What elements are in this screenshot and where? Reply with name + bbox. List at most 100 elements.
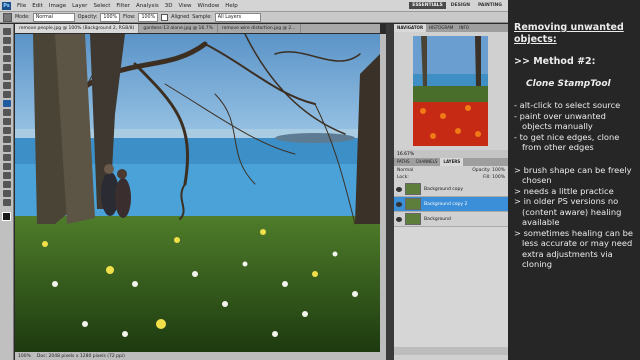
quick-select-tool-icon[interactable] (2, 55, 11, 62)
flow-label: Flow: (123, 14, 136, 20)
eyedropper-tool-icon[interactable] (2, 73, 11, 80)
panel-icon-strip[interactable] (386, 24, 394, 360)
opacity-field[interactable]: 100% (100, 12, 121, 22)
photo-lakeside-trees (15, 34, 380, 352)
menu-edit[interactable]: Edit (29, 3, 46, 9)
menu-image[interactable]: Image (46, 3, 69, 9)
notes-method: >> Method #2: (514, 56, 596, 67)
mode-select[interactable]: Normal (32, 12, 75, 22)
crop-tool-icon[interactable] (2, 64, 11, 71)
layer-name: Background copy (424, 186, 464, 192)
tab-histogram[interactable]: HISTOGRAM (426, 24, 456, 32)
zoom-level[interactable]: 100% (18, 354, 31, 359)
doc-tab-remove-wire[interactable]: remove wire distortion.jpg @ 2... (218, 24, 301, 33)
type-tool-icon[interactable] (2, 163, 11, 170)
notes-tips: > brush shape can be freely chosen > nee… (514, 165, 636, 270)
tab-navigator[interactable]: NAVIGATOR (394, 24, 427, 32)
healing-brush-tool-icon[interactable] (2, 82, 11, 89)
menu-select[interactable]: Select (90, 3, 113, 9)
history-brush-tool-icon[interactable] (2, 109, 11, 116)
opacity-label: Opacity: (77, 14, 98, 20)
hand-tool-icon[interactable] (2, 190, 11, 197)
gradient-tool-icon[interactable] (2, 127, 11, 134)
eraser-tool-icon[interactable] (2, 118, 11, 125)
tool-panel (0, 24, 14, 360)
clone-stamp-icon[interactable] (3, 12, 12, 22)
doc-tab-remove-people[interactable]: remove people.jpg @ 100% (Background 2, … (15, 24, 140, 33)
menu-filter[interactable]: Filter (113, 3, 133, 9)
clone-stamp-tool-icon[interactable] (2, 100, 11, 107)
dodge-tool-icon[interactable] (2, 145, 11, 152)
navigator-panel (394, 32, 508, 150)
tab-paths[interactable]: PATHS (394, 158, 413, 166)
menu-layer[interactable]: Layer (69, 3, 90, 9)
tab-channels[interactable]: CHANNELS (413, 158, 441, 166)
path-select-tool-icon[interactable] (2, 172, 11, 179)
workspace-painting[interactable]: PAINTING (475, 2, 505, 9)
layer-opacity-label: Opacity: (472, 168, 491, 173)
navigator-panel-tabs: NAVIGATOR HISTOGRAM INFO (394, 24, 508, 32)
note-tip: > brush shape can be freely chosen (514, 164, 632, 186)
menu-3d[interactable]: 3D (162, 3, 176, 9)
pen-tool-icon[interactable] (2, 154, 11, 161)
layer-row[interactable]: Background (394, 212, 508, 227)
layer-thumbnail (405, 198, 421, 210)
menu-help[interactable]: Help (222, 3, 241, 9)
flow-field[interactable]: 100% (138, 12, 159, 22)
workspace-essentials[interactable]: ESSENTIALS (409, 2, 446, 9)
visibility-eye-icon[interactable] (396, 216, 402, 222)
sample-select[interactable]: All Layers (214, 12, 261, 22)
document-size: Doc: 2048 pixels x 1280 pixels (72 ppi) (36, 353, 125, 359)
foreground-color-swatch[interactable] (2, 212, 11, 221)
navigator-zoom[interactable]: 16.67% (394, 150, 508, 158)
layer-opacity-field[interactable]: 100% (492, 168, 505, 173)
menu-analysis[interactable]: Analysis (133, 3, 162, 9)
lock-label: Lock: (397, 175, 409, 180)
menu-bar: Ps File Edit Image Layer Select Filter A… (0, 0, 508, 12)
brush-tool-icon[interactable] (2, 91, 11, 98)
shape-tool-icon[interactable] (2, 181, 11, 188)
note-step: - to get nice edges, clone from other ed… (514, 131, 620, 153)
note-tip: > in older PS versions no (content aware… (514, 196, 622, 227)
layer-name: Background (424, 216, 451, 222)
layer-thumbnail (405, 213, 421, 225)
layers-footer-buttons[interactable] (394, 347, 508, 355)
notes-title: Removing unwanted objects: (514, 22, 624, 45)
tutorial-notes: Removing unwanted objects: >> Method #2:… (508, 0, 640, 360)
tab-layers[interactable]: LAYERS (440, 158, 464, 166)
visibility-eye-icon[interactable] (396, 186, 402, 192)
status-bar: 100% Doc: 2048 pixels x 1280 pixels (72 … (15, 352, 386, 360)
lasso-tool-icon[interactable] (2, 46, 11, 53)
panels-dock: NAVIGATOR HISTOGRAM INFO 16.67% PATHS CH… (394, 24, 508, 360)
workspace-design[interactable]: DESIGN (448, 2, 473, 9)
note-step: - alt-click to select source (514, 100, 621, 110)
sample-label: Sample: (192, 14, 212, 20)
menu-window[interactable]: Window (195, 3, 223, 9)
move-tool-icon[interactable] (2, 28, 11, 35)
blur-tool-icon[interactable] (2, 136, 11, 143)
navigator-thumbnail[interactable] (413, 36, 488, 146)
layers-list-empty-area (394, 227, 508, 347)
tab-info[interactable]: INFO (456, 24, 472, 32)
menu-view[interactable]: View (175, 3, 194, 9)
visibility-eye-icon[interactable] (396, 201, 402, 207)
note-tip: > sometimes healing can be less accurate… (514, 227, 634, 270)
layers-options: Normal Opacity: 100% Lock: Fill: 100% (394, 166, 508, 182)
doc-tab-gardens[interactable]: gardens-13 alone.jpg @ 16.7% (139, 24, 218, 33)
note-step: - paint over unwanted objects manually (514, 110, 606, 132)
layer-row-selected[interactable]: Background copy 2 (394, 197, 508, 212)
zoom-tool-icon[interactable] (2, 199, 11, 206)
blend-mode-select[interactable]: Normal (397, 168, 413, 173)
marquee-tool-icon[interactable] (2, 37, 11, 44)
layer-row[interactable]: Background copy (394, 182, 508, 197)
workspace-switcher: ESSENTIALS DESIGN PAINTING (409, 2, 508, 9)
layers-panel-tabs: PATHS CHANNELS LAYERS (394, 158, 508, 166)
notes-tool-name: Clone StampTool (526, 79, 611, 89)
document-canvas[interactable] (15, 34, 380, 352)
notes-steps: - alt-click to select source - paint ove… (514, 100, 636, 153)
fill-field[interactable]: 100% (492, 175, 505, 180)
mode-label: Mode: (15, 14, 30, 20)
aligned-checkbox[interactable] (161, 13, 169, 21)
menu-file[interactable]: File (14, 3, 29, 9)
note-tip: > needs a little practice (514, 185, 614, 196)
